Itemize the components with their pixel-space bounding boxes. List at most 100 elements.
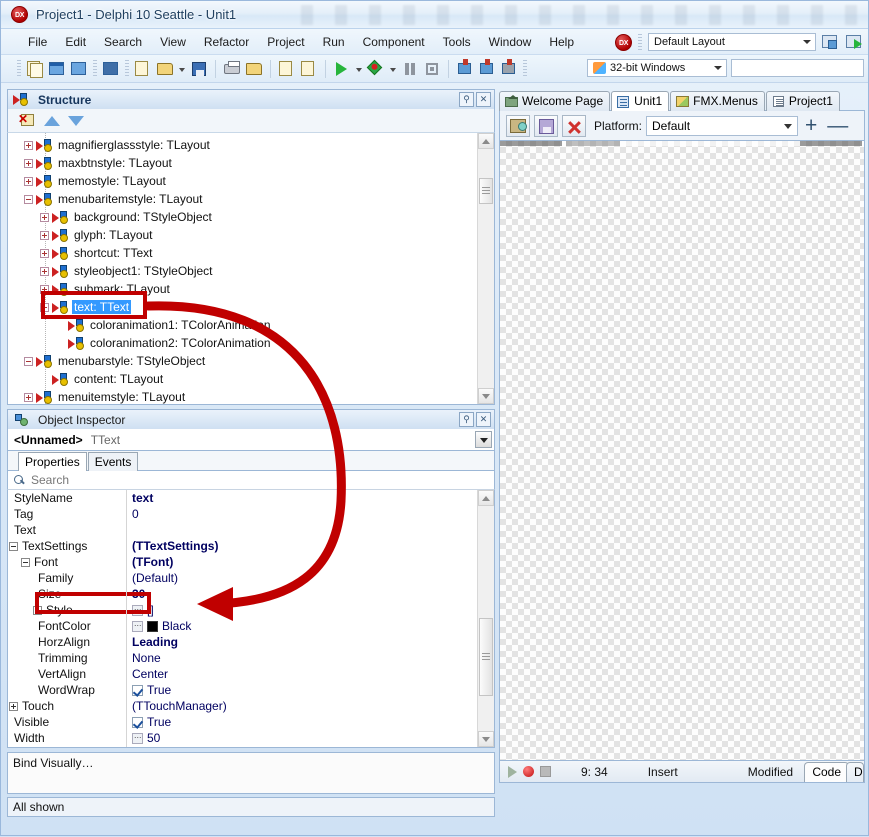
tree-node[interactable]: magnifierglassstyle: TLayout (8, 136, 476, 154)
property-value[interactable]: Leading (126, 635, 178, 649)
property-row[interactable]: Text (8, 522, 477, 538)
checkbox-icon[interactable] (132, 717, 143, 728)
expand-icon[interactable] (24, 392, 33, 402)
property-row[interactable]: Family (Default) (8, 570, 477, 586)
property-collapse-icon[interactable] (9, 542, 18, 551)
prop-scroll-thumb[interactable] (479, 618, 493, 696)
save-layout-button[interactable] (820, 32, 840, 52)
property-value[interactable]: Black (126, 618, 191, 633)
menu-help[interactable]: Help (540, 32, 583, 52)
move-down-icon[interactable] (68, 115, 84, 126)
apply-layout-button[interactable] (844, 32, 864, 52)
property-value[interactable]: None (126, 651, 161, 665)
close-icon[interactable]: ✕ (476, 92, 491, 107)
target-platform-combo[interactable]: 32-bit Windows (587, 59, 727, 77)
trace-into-button[interactable] (455, 58, 475, 79)
expand-icon[interactable] (24, 140, 33, 150)
toolbar-gripper-4[interactable] (523, 60, 527, 77)
new-items-button[interactable] (69, 59, 89, 79)
new-button[interactable] (25, 59, 45, 79)
debug-dropdown[interactable] (388, 59, 398, 79)
add-to-project-button[interactable] (277, 59, 297, 79)
property-row[interactable]: Visible True (8, 714, 477, 730)
stop-button[interactable] (422, 59, 442, 79)
property-row[interactable]: FontColor Black (8, 618, 477, 634)
layout-combo[interactable]: Default Layout (648, 33, 816, 51)
property-search-row[interactable]: Search (7, 471, 495, 490)
close-icon-2[interactable]: ✕ (476, 412, 491, 427)
pin-icon[interactable]: ⚲ (459, 92, 474, 107)
open-project-button[interactable] (155, 59, 175, 79)
tab-welcome-page[interactable]: Welcome Page (499, 91, 611, 111)
checkbox-icon[interactable] (132, 685, 143, 696)
expand-icon[interactable] (24, 176, 33, 186)
tree-node[interactable]: maxbtnstyle: TLayout (8, 154, 476, 172)
property-row[interactable]: Trimming None (8, 650, 477, 666)
toolbar-gripper-1[interactable] (17, 60, 21, 77)
tree-node[interactable]: memostyle: TLayout (8, 172, 476, 190)
menu-component[interactable]: Component (354, 32, 434, 52)
expand-icon[interactable] (24, 158, 33, 168)
menu-refactor[interactable]: Refactor (195, 32, 258, 52)
platform-combo[interactable]: Default (646, 115, 799, 136)
property-value[interactable]: (TTouchManager) (126, 699, 227, 713)
color-expand-icon[interactable] (132, 618, 143, 632)
tab-code[interactable]: Code (804, 762, 849, 782)
new-form-button[interactable] (47, 59, 67, 79)
toolbar-gripper-3[interactable] (125, 60, 129, 77)
tree-node[interactable]: content: TLayout (8, 370, 476, 388)
tab-project1[interactable]: Project1 (765, 91, 840, 111)
record-icon[interactable] (523, 766, 534, 777)
bind-visually-panel[interactable]: Bind Visually… (7, 752, 495, 794)
step-over-button[interactable] (477, 58, 497, 79)
tab-design[interactable]: Design (846, 762, 864, 782)
property-value[interactable]: (Default) (126, 571, 178, 585)
scroll-up-button[interactable] (478, 133, 494, 149)
property-row[interactable]: TextSettings (TTextSettings) (8, 538, 477, 554)
tree-node[interactable]: coloranimation2: TColorAnimation (8, 334, 476, 352)
property-row[interactable]: Touch (TTouchManager) (8, 698, 477, 714)
toolbar-gripper-2[interactable] (93, 60, 97, 77)
pin-icon-2[interactable]: ⚲ (459, 412, 474, 427)
property-value[interactable]: 0 (126, 507, 139, 521)
view-style-button[interactable] (506, 114, 530, 137)
save-all-button[interactable] (222, 59, 242, 79)
menu-view[interactable]: View (151, 32, 195, 52)
play-icon[interactable] (508, 765, 517, 778)
property-value[interactable]: Center (126, 667, 168, 681)
toolbar-gripper[interactable] (638, 33, 642, 51)
search-input[interactable]: Search (31, 473, 69, 487)
delete-style-button[interactable] (562, 114, 586, 137)
tree-node[interactable]: menubaritemstyle: TLayout (8, 190, 476, 208)
run-to-cursor-button[interactable] (499, 58, 519, 79)
prop-scroll-up-button[interactable] (478, 490, 494, 506)
property-value[interactable]: True (126, 715, 171, 729)
expand-icon[interactable] (40, 266, 49, 276)
property-value[interactable]: text (126, 491, 153, 505)
tree-node[interactable]: menubarstyle: TStyleObject (8, 352, 476, 370)
tab-properties[interactable]: Properties (18, 452, 87, 471)
tree-node[interactable]: styleobject1: TStyleObject (8, 262, 476, 280)
toolbar-search-input[interactable] (731, 59, 864, 77)
tab-events[interactable]: Events (87, 452, 139, 471)
run-without-debug-button[interactable] (366, 59, 386, 79)
menu-project[interactable]: Project (258, 32, 313, 52)
remove-from-project-button[interactable] (299, 59, 319, 79)
property-value[interactable]: (TTextSettings) (126, 539, 218, 553)
structure-scrollbar[interactable] (477, 133, 494, 404)
style-design-canvas[interactable] (499, 141, 865, 761)
open-dropdown[interactable] (177, 59, 187, 79)
prop-scroll-down-button[interactable] (478, 731, 494, 747)
property-row[interactable]: Width 50 (8, 730, 477, 746)
expand-icon[interactable] (40, 248, 49, 258)
pause-button[interactable] (400, 59, 420, 79)
tree-node[interactable]: shortcut: TText (8, 244, 476, 262)
open-folder-button[interactable] (244, 59, 264, 79)
menu-file[interactable]: File (19, 32, 56, 52)
property-row[interactable]: VertAlign Center (8, 666, 477, 682)
property-row[interactable]: WordWrap True (8, 682, 477, 698)
view-form-button[interactable] (101, 59, 121, 79)
property-row[interactable]: HorzAlign Leading (8, 634, 477, 650)
property-value[interactable]: (TFont) (126, 555, 173, 569)
tree-node[interactable]: glyph: TLayout (8, 226, 476, 244)
